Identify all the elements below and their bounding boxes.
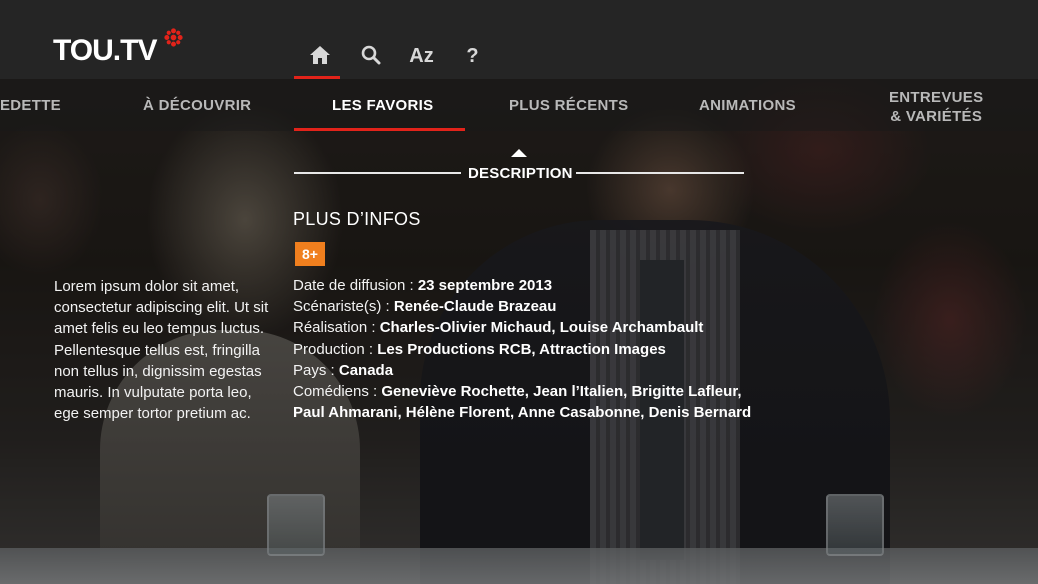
az-label: Az xyxy=(409,45,434,67)
info-key: Scénariste(s) : xyxy=(293,298,394,316)
category-entrevues-varietes[interactable]: ENTREVUES & VARIÉTÉS xyxy=(889,88,983,126)
info-key: Date de diffusion : xyxy=(293,277,418,294)
info-row-cast: Comédiens : Geneviève Rochette, Jean l’I… xyxy=(293,381,753,423)
help-icon: ? xyxy=(466,45,479,67)
category-vedette[interactable]: EDETTE xyxy=(0,97,61,114)
nav-search-button[interactable] xyxy=(345,42,396,78)
category-les-favoris[interactable]: LES FAVORIS xyxy=(332,97,433,114)
info-row-production: Production : Les Productions RCB, Attrac… xyxy=(293,339,753,360)
collapse-arrow-icon[interactable] xyxy=(511,149,527,157)
nav-az-button[interactable]: Az xyxy=(396,42,447,78)
section-description-label[interactable]: DESCRIPTION xyxy=(468,165,573,182)
info-key: Pays : xyxy=(293,361,339,379)
info-key: Production : xyxy=(293,340,378,358)
info-value: Renée-Claude Brazeau xyxy=(393,298,557,316)
info-value: Canada xyxy=(338,361,394,379)
active-category-indicator xyxy=(294,128,465,131)
category-plus-recents[interactable]: PLUS RÉCENTS xyxy=(509,97,628,114)
info-value: Les Productions RCB, Attraction Images xyxy=(377,340,666,358)
top-bar: TOU.TV Az ? xyxy=(0,0,1038,79)
home-icon xyxy=(309,46,330,64)
cbc-gem-icon xyxy=(164,28,183,47)
info-value: 23 septembre 2013 xyxy=(417,277,553,294)
info-details: Date de diffusion : 23 septembre 2013 Sc… xyxy=(293,275,753,423)
top-nav: Az ? xyxy=(294,42,498,79)
info-row-country: Pays : Canada xyxy=(293,360,753,381)
nav-help-button[interactable]: ? xyxy=(447,42,498,78)
category-entrevues-line2: & VARIÉTÉS xyxy=(890,108,983,125)
info-title: PLUS D’INFOS xyxy=(293,209,421,229)
category-a-decouvrir[interactable]: À DÉCOUVRIR xyxy=(143,97,251,114)
category-nav: EDETTE À DÉCOUVRIR LES FAVORIS PLUS RÉCE… xyxy=(0,79,1038,131)
nav-home-button[interactable] xyxy=(294,42,345,79)
info-row-director: Réalisation : Charles-Olivier Michaud, L… xyxy=(293,317,753,338)
category-animations[interactable]: ANIMATIONS xyxy=(699,97,796,114)
category-entrevues-line1: ENTREVUES xyxy=(889,89,984,106)
divider-right xyxy=(576,172,744,174)
app-logo[interactable]: TOU.TV xyxy=(53,34,157,68)
search-icon xyxy=(361,45,380,65)
rating-badge: 8+ xyxy=(295,242,325,266)
divider-left xyxy=(294,172,461,174)
info-row-date: Date de diffusion : 23 septembre 2013 xyxy=(293,275,753,296)
info-key: Réalisation : xyxy=(293,319,380,337)
info-key: Comédiens : xyxy=(293,383,382,401)
synopsis-text: Lorem ipsum dolor sit amet, consectetur … xyxy=(54,278,269,423)
info-row-writer: Scénariste(s) : Renée-Claude Brazeau xyxy=(293,296,753,317)
info-value: Charles-Olivier Michaud, Louise Archamba… xyxy=(379,319,704,337)
